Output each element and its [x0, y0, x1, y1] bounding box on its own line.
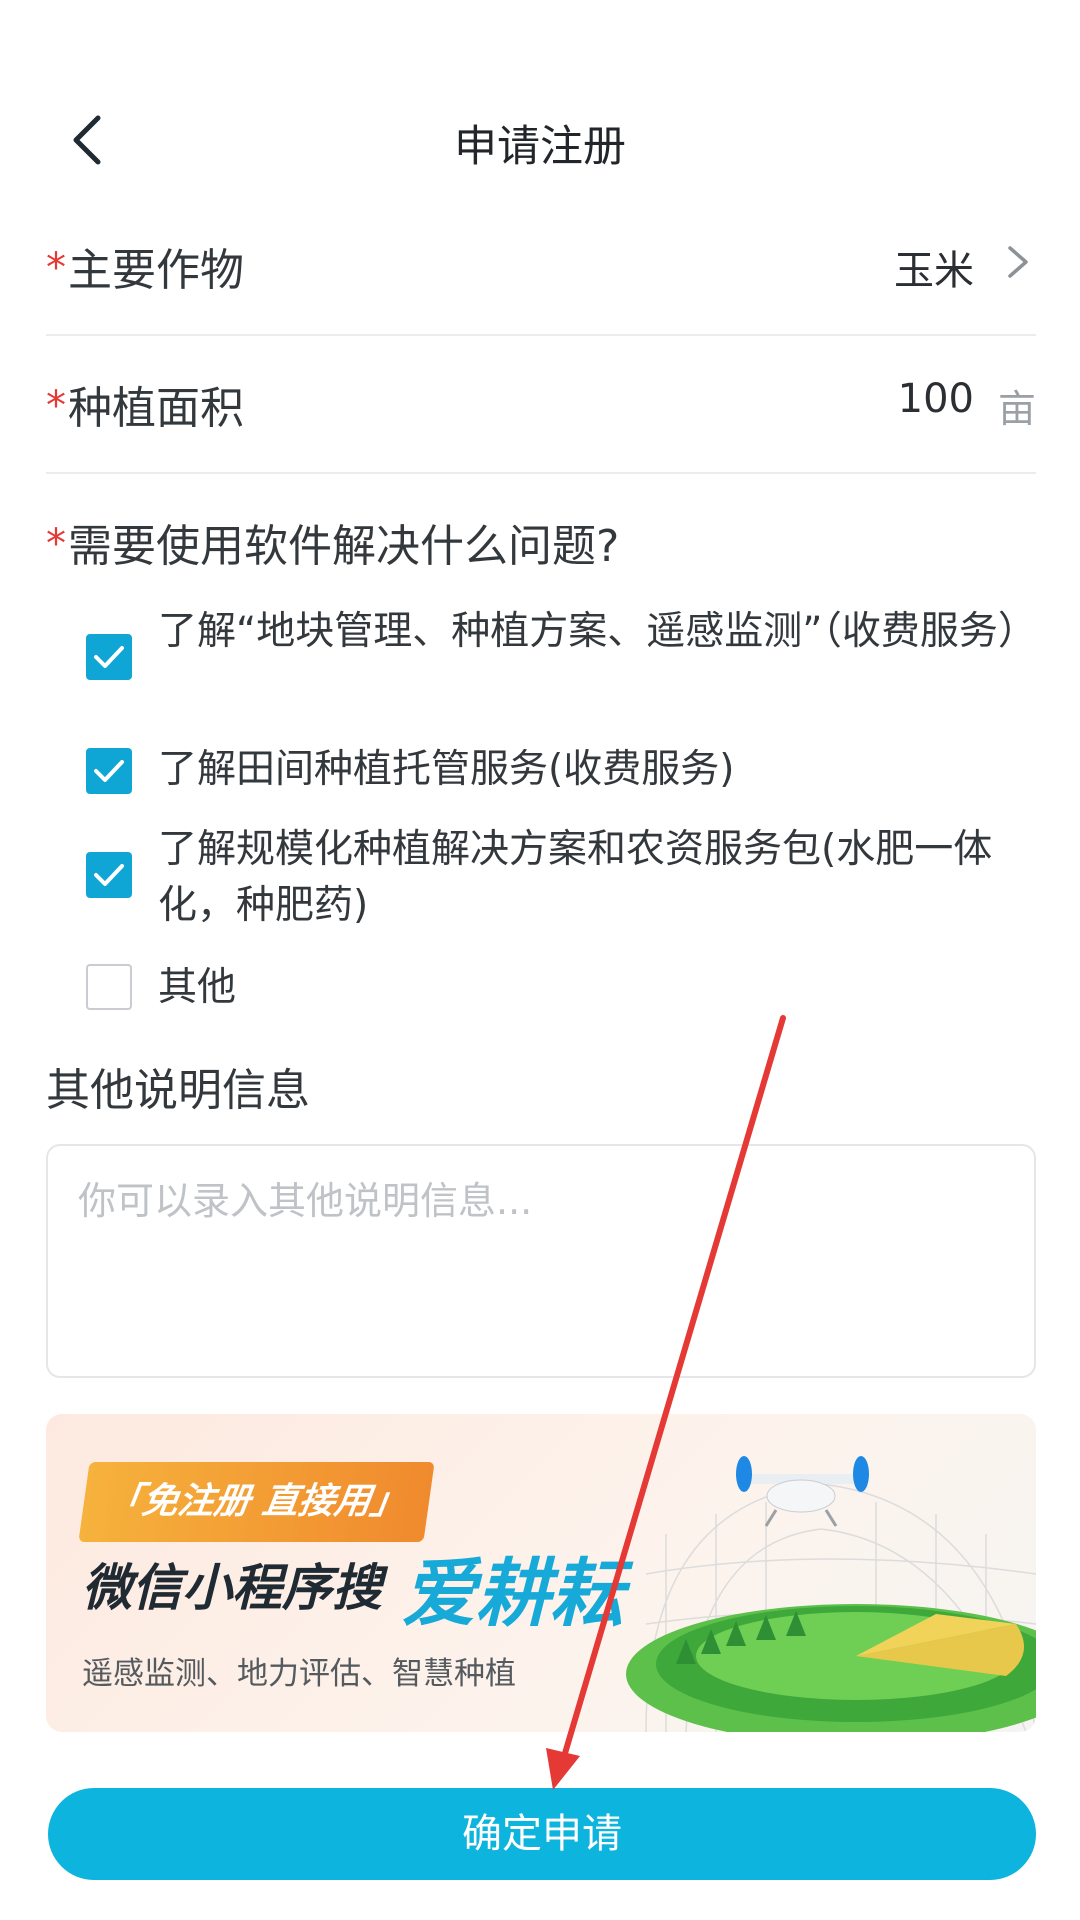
- notes-field[interactable]: [46, 1144, 1036, 1378]
- crop-row[interactable]: *主要作物 玉米: [46, 198, 1036, 336]
- option-label: 了解田间种植托管服务(收费服务): [158, 747, 735, 792]
- required-mark: *: [46, 521, 66, 567]
- chevron-right-icon: [1008, 246, 1028, 278]
- page-title: 申请注册: [454, 122, 626, 172]
- required-mark: *: [46, 383, 66, 429]
- option-item[interactable]: 了解“地块管理、种植方案、遥感监测”（收费服务）: [86, 604, 1037, 716]
- check-icon: [94, 646, 124, 668]
- option-label: 了解“地块管理、种植方案、遥感监测”（收费服务）: [158, 609, 1037, 654]
- area-row: *种植面积 100 亩: [46, 336, 1036, 474]
- required-mark: *: [46, 245, 66, 291]
- banner-main-text: 微信小程序搜: [82, 1559, 382, 1617]
- area-label: *种植面积: [46, 372, 244, 436]
- checkbox-checked[interactable]: [86, 852, 132, 898]
- crop-label-text: 主要作物: [68, 245, 244, 296]
- drone-icon: [736, 1456, 869, 1527]
- submit-button[interactable]: 确定申请: [48, 1788, 1036, 1880]
- area-input[interactable]: 100: [898, 376, 974, 422]
- question-label-text: 需要使用软件解决什么问题?: [68, 521, 620, 572]
- area-label-text: 种植面积: [68, 383, 244, 434]
- banner-brand-text: 爱耕耘: [402, 1551, 624, 1637]
- option-label: 了解规模化种植解决方案和农资服务包(水肥一体化，种肥药): [158, 827, 993, 928]
- checkbox-unchecked[interactable]: [86, 964, 132, 1010]
- check-icon: [94, 760, 124, 782]
- option-item[interactable]: 了解规模化种植解决方案和农资服务包(水肥一体化，种肥药): [86, 822, 1026, 934]
- banner-badge: 「免注册 直接用」: [78, 1462, 435, 1542]
- notes-textarea[interactable]: [78, 1170, 1004, 1352]
- notes-label: 其他说明信息: [46, 1065, 310, 1116]
- crop-value: 玉米: [894, 248, 974, 294]
- check-icon: [94, 864, 124, 886]
- checkbox-checked[interactable]: [86, 748, 132, 794]
- question-label: *需要使用软件解决什么问题?: [46, 510, 619, 574]
- option-label: 其他: [158, 965, 237, 1010]
- area-unit: 亩: [997, 387, 1036, 431]
- promo-banner[interactable]: 「免注册 直接用」 微信小程序搜 爱耕耘 遥感监测、地力评估、智慧种植: [46, 1414, 1036, 1732]
- checkbox-checked[interactable]: [86, 634, 132, 680]
- farm-illustration: [626, 1456, 1036, 1732]
- crop-label: *主要作物: [46, 234, 244, 298]
- option-item[interactable]: 其他: [86, 960, 1026, 1020]
- banner-subtitle: 遥感监测、地力评估、智慧种植: [82, 1656, 516, 1692]
- option-item[interactable]: 了解田间种植托管服务(收费服务): [86, 742, 1026, 802]
